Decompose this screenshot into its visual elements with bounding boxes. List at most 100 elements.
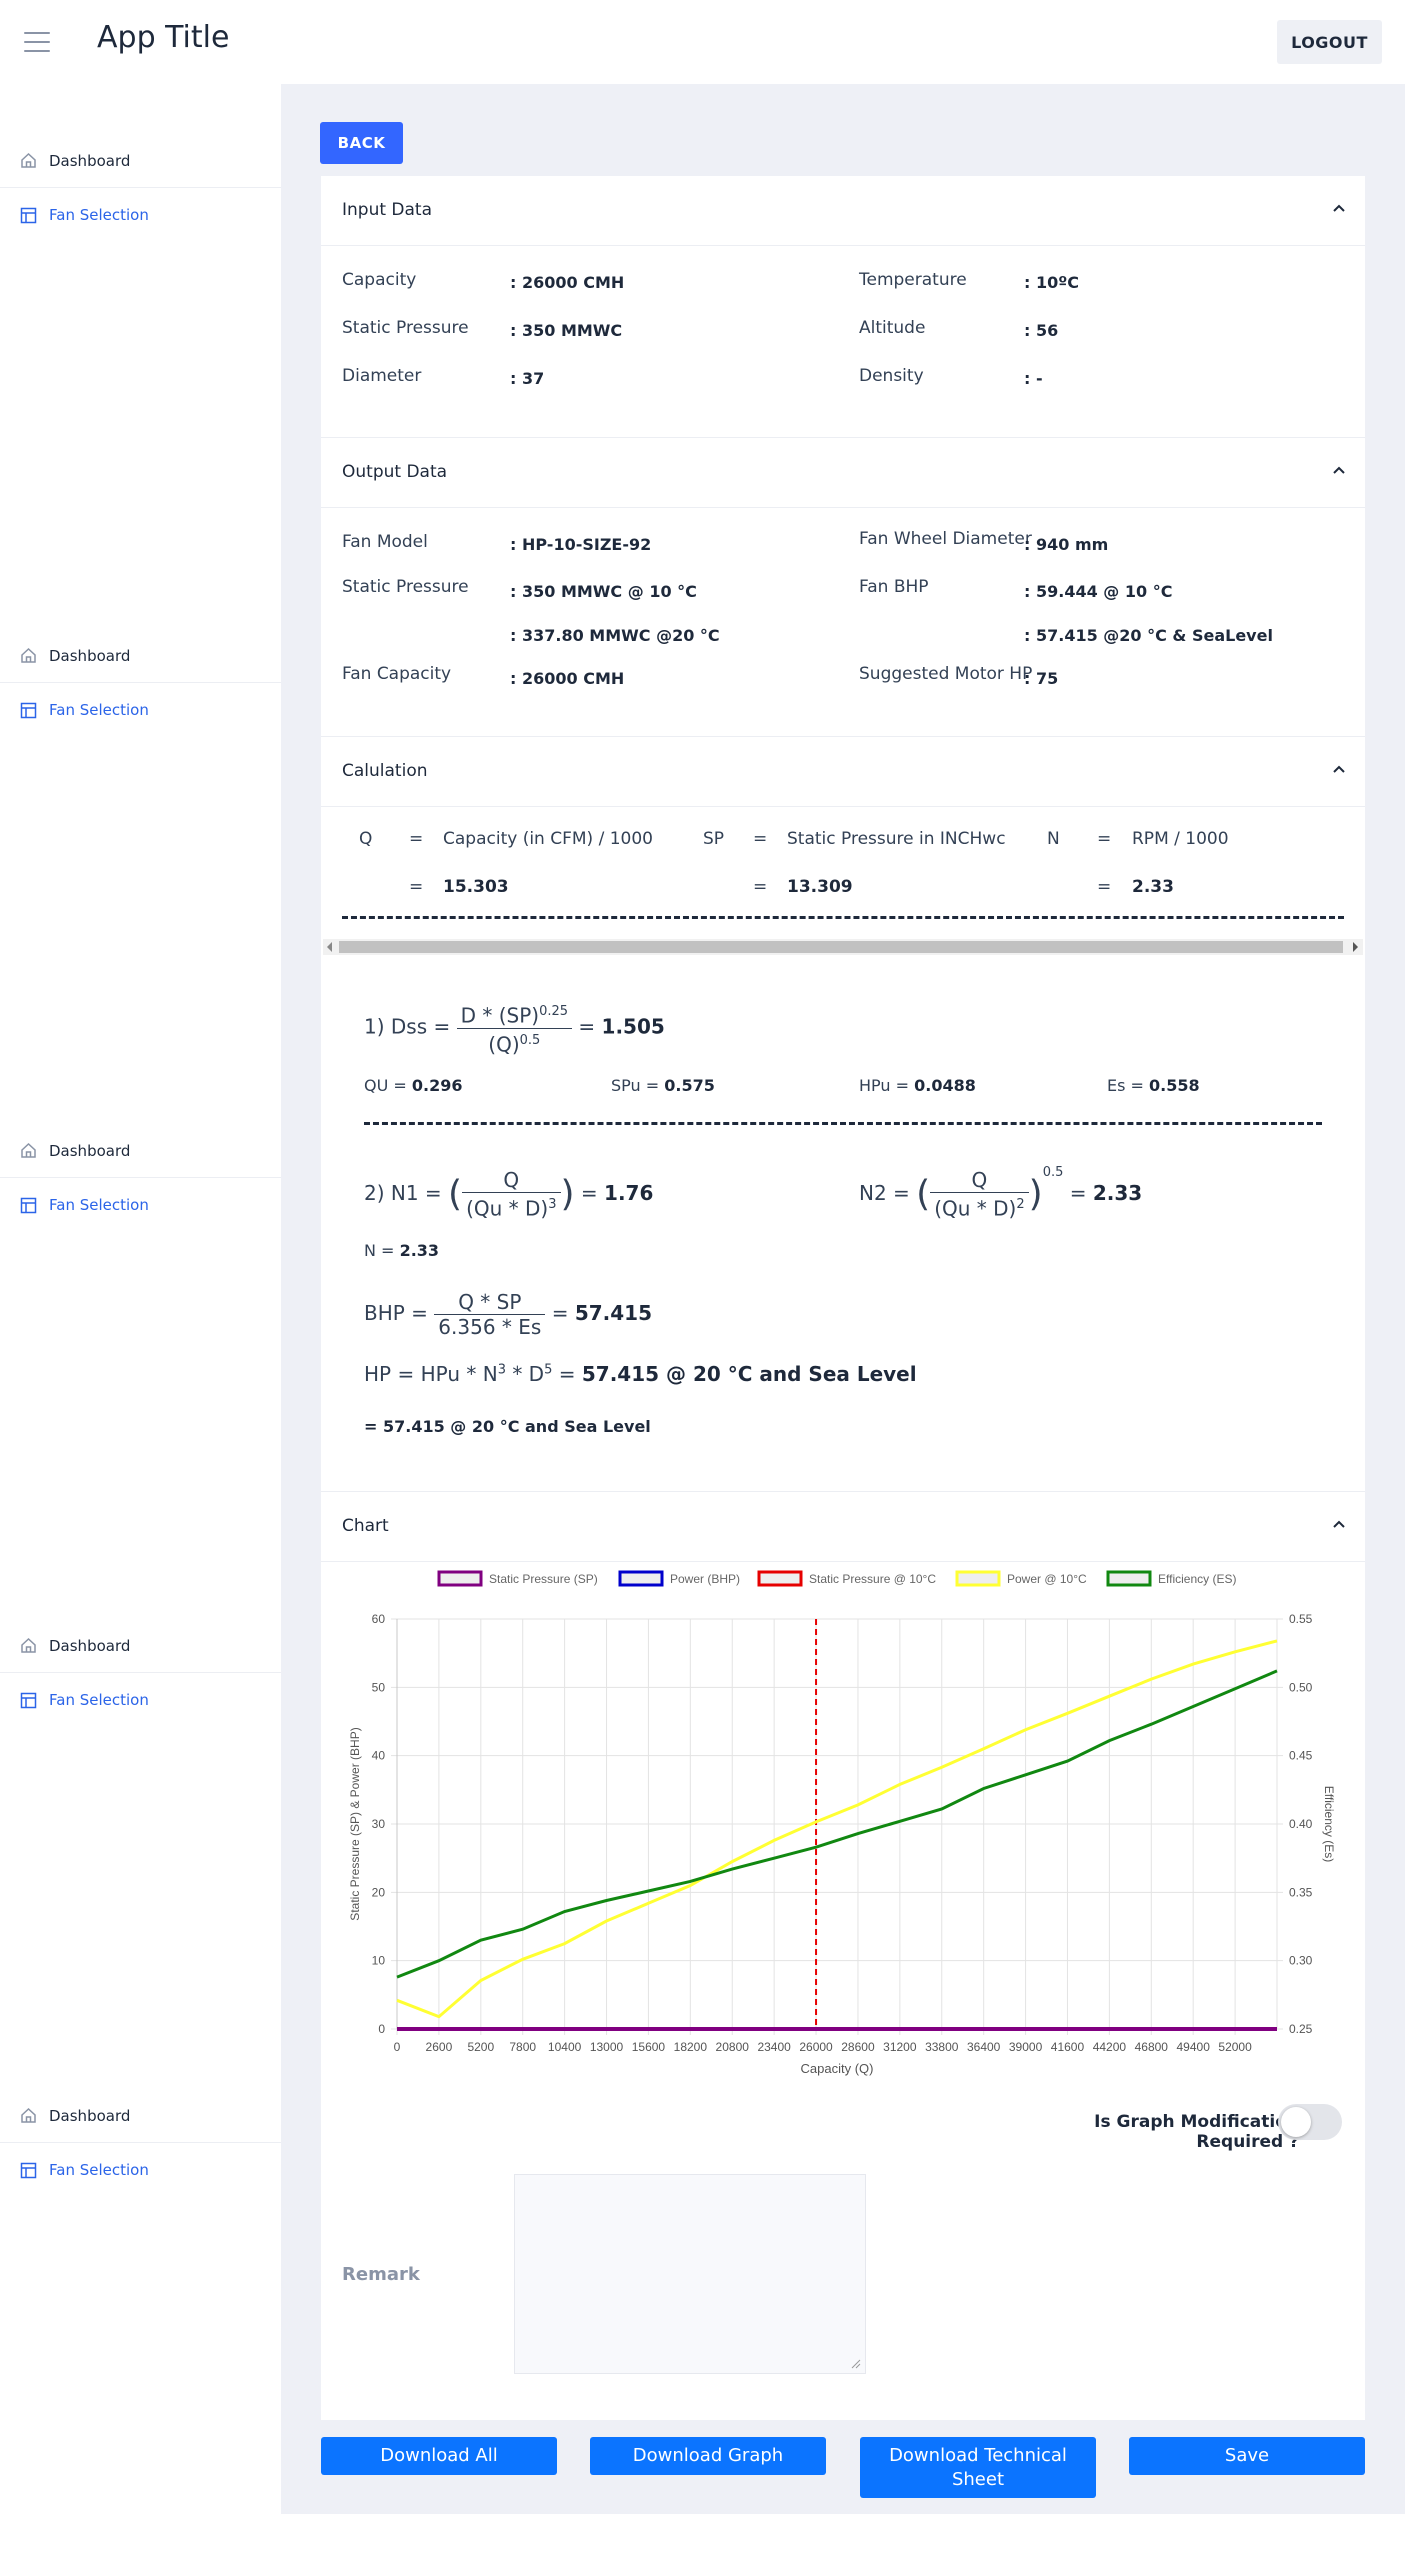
- sidebar-item-dashboard[interactable]: Dashboard: [0, 1619, 281, 1673]
- fan-model-label: Fan Model: [342, 532, 428, 552]
- calculation-header[interactable]: Calulation: [321, 737, 1365, 807]
- remark-textarea[interactable]: [514, 2174, 866, 2374]
- section-title: Output Data: [342, 462, 448, 482]
- sidebar-item-label: Fan Selection: [49, 1196, 149, 1214]
- bhp-prefix: BHP =: [364, 1301, 428, 1325]
- logout-button[interactable]: LOGOUT: [1277, 20, 1382, 64]
- input-data-header[interactable]: Input Data: [321, 176, 1365, 246]
- hp-prefix: HP =: [364, 1362, 415, 1386]
- legend-swatch: [955, 1570, 1001, 1587]
- x-tick-label: 13000: [590, 2040, 624, 2054]
- legend-label: Efficiency (ES): [1158, 1572, 1236, 1586]
- x-tick-label: 44200: [1093, 2040, 1127, 2054]
- chevron-up-icon: [1333, 466, 1345, 474]
- n1-value: 1.76: [604, 1180, 654, 1205]
- download-technical-sheet-button[interactable]: Download Technical Sheet: [860, 2437, 1096, 2498]
- x-tick-label: 0: [394, 2040, 401, 2054]
- bhp-fraction: Q * SP 6.356 * Es: [434, 1290, 546, 1339]
- density-value: : -: [1024, 369, 1043, 388]
- sidebar-item-label: Dashboard: [49, 1636, 131, 1655]
- sidebar-item-fan-selection[interactable]: Fan Selection: [0, 1673, 281, 1727]
- static-pressure-value: : 350 MMWC @ 10 °C: [510, 582, 697, 601]
- n2-prefix: N2 =: [859, 1180, 910, 1205]
- n2-numerator: Q: [930, 1168, 1029, 1193]
- sidebar-item-fan-selection[interactable]: Fan Selection: [0, 188, 281, 242]
- table-icon: [20, 702, 37, 718]
- home-icon: [21, 647, 36, 663]
- fan-wheel-diameter-value: : 940 mm: [1024, 535, 1109, 554]
- sidebar-item-label: Fan Selection: [49, 1691, 149, 1709]
- suggested-motor-hp-value: : 75: [1024, 669, 1059, 688]
- hp-value: 57.415 @ 20 °C and Sea Level: [581, 1362, 917, 1386]
- x-tick-label: 36400: [967, 2040, 1001, 2054]
- sidebar-item-fan-selection[interactable]: Fan Selection: [0, 2143, 281, 2197]
- scrollbar-thumb[interactable]: [339, 941, 1343, 953]
- n-description: RPM / 1000: [1132, 829, 1229, 849]
- fan-bhp-value: : 59.444 @ 10 °C: [1024, 582, 1173, 601]
- x-tick-label: 15600: [632, 2040, 666, 2054]
- es-label: Es =: [1107, 1076, 1144, 1095]
- sidebar-item-label: Dashboard: [49, 1141, 131, 1160]
- capacity-label: Capacity: [342, 270, 417, 290]
- equals-sign: =: [409, 877, 424, 897]
- static-pressure-label: Static Pressure: [342, 577, 469, 597]
- sidebar-nav-group: Dashboard Fan Selection: [0, 1124, 281, 1232]
- content-card: Input Data Capacity : 26000 CMH Static P…: [321, 176, 1365, 2420]
- density-label: Density: [859, 366, 924, 386]
- back-button[interactable]: BACK: [320, 122, 403, 164]
- n1-denominator-exponent: 3: [548, 1197, 557, 1212]
- sidebar-item-dashboard[interactable]: Dashboard: [0, 2089, 281, 2143]
- n2-denominator: (Qu * D): [934, 1196, 1017, 1221]
- scroll-right-icon[interactable]: [1353, 942, 1358, 952]
- fan-wheel-diameter-label: Fan Wheel Diameter: [859, 529, 1032, 549]
- sidebar-item-dashboard[interactable]: Dashboard: [0, 134, 281, 188]
- scroll-left-icon[interactable]: [327, 942, 332, 952]
- fan-model-value: : HP-10-SIZE-92: [510, 535, 652, 554]
- output-data-header[interactable]: Output Data: [321, 438, 1365, 508]
- altitude-label: Altitude: [859, 318, 926, 338]
- chart-container: 0 2600 5200 7800 10400 13000 15600 18200 20800 23…: [321, 1526, 1365, 2086]
- home-icon: [21, 1637, 36, 1653]
- y-right-tick-label: 0.25: [1289, 2022, 1313, 2036]
- app-title: App Title: [97, 20, 230, 55]
- sidebar-nav-group: Dashboard Fan Selection: [0, 134, 281, 242]
- n1-fraction: Q (Qu * D)3: [462, 1168, 561, 1221]
- table-icon: [20, 1692, 37, 1708]
- performance-chart: 0 2600 5200 7800 10400 13000 15600 18200 20800 23…: [348, 1570, 1336, 2076]
- horizontal-scrollbar[interactable]: [323, 939, 1363, 955]
- x-tick-label: 26000: [799, 2040, 833, 2054]
- hp-term-b-exponent: 5: [544, 1362, 553, 1378]
- y-left-tick-label: 10: [372, 1954, 386, 1968]
- n1-denominator: (Qu * D): [466, 1196, 549, 1221]
- table-icon: [20, 1197, 37, 1213]
- x-tick-label: 28600: [841, 2040, 875, 2054]
- button-label-line-2: Sheet: [951, 2468, 1005, 2490]
- download-graph-button[interactable]: Download Graph: [590, 2437, 826, 2475]
- temperature-value: : 10ºC: [1024, 273, 1079, 292]
- sidebar-item-fan-selection[interactable]: Fan Selection: [0, 1178, 281, 1232]
- download-all-button[interactable]: Download All: [321, 2437, 557, 2475]
- static-pressure-value-20c: : 337.80 MMWC @20 °C: [510, 626, 720, 645]
- resize-grip-icon[interactable]: [851, 2359, 861, 2369]
- y-left-axis-title: Static Pressure (SP) & Power (BHP): [348, 1727, 362, 1920]
- x-tick-label: 46800: [1135, 2040, 1169, 2054]
- sidebar-item-label: Dashboard: [49, 646, 131, 665]
- y-right-tick-label: 0.40: [1289, 1817, 1313, 1831]
- sidebar-item-label: Dashboard: [49, 151, 131, 170]
- sidebar-nav-group: Dashboard Fan Selection: [0, 629, 281, 737]
- altitude-value: : 56: [1024, 321, 1059, 340]
- dss-denominator-exponent: 0.5: [519, 1032, 541, 1048]
- sidebar-item-label: Fan Selection: [49, 206, 149, 224]
- sidebar-item-dashboard[interactable]: Dashboard: [0, 1124, 281, 1178]
- fan-capacity-value: : 26000 CMH: [510, 669, 625, 688]
- sidebar-item-fan-selection[interactable]: Fan Selection: [0, 683, 281, 737]
- save-button[interactable]: Save: [1129, 2437, 1365, 2475]
- x-tick-label: 5200: [467, 2040, 494, 2054]
- sidebar-item-dashboard[interactable]: Dashboard: [0, 629, 281, 683]
- n1-numerator: Q: [462, 1168, 561, 1193]
- graph-modification-toggle[interactable]: [1278, 2104, 1342, 2140]
- menu-icon[interactable]: [24, 32, 50, 52]
- y-left-tick-label: 50: [372, 1680, 386, 1694]
- q-description: Capacity (in CFM) / 1000: [443, 829, 653, 849]
- fan-capacity-label: Fan Capacity: [342, 664, 452, 684]
